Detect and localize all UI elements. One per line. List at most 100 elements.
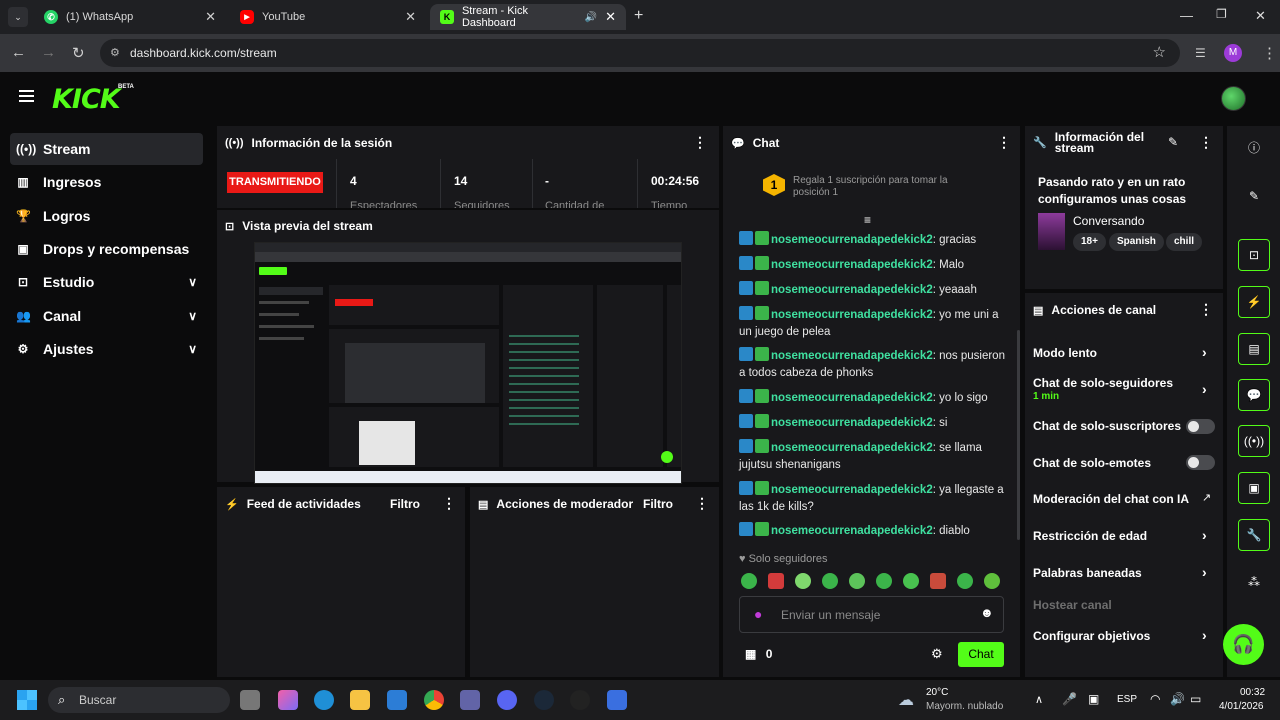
- edit-pencil-icon[interactable]: ✎: [1168, 135, 1178, 149]
- emote-icon[interactable]: [741, 573, 757, 589]
- speaker-icon[interactable]: 🔊: [585, 12, 597, 23]
- weather-temp[interactable]: 20°C: [926, 687, 948, 698]
- ai-chat-moderation-item[interactable]: Moderación del chat con IA: [1033, 492, 1189, 506]
- sidebar-item-logros[interactable]: 🏆 Logros: [10, 200, 203, 232]
- emote-icon[interactable]: [930, 573, 946, 589]
- category-name[interactable]: Conversando: [1073, 214, 1144, 228]
- obs-icon[interactable]: [570, 690, 590, 710]
- points-display[interactable]: ▦ 0: [745, 647, 772, 661]
- teams-icon[interactable]: [460, 690, 480, 710]
- chat-icon[interactable]: 💬: [1238, 379, 1270, 411]
- subscribers-only-chat-item[interactable]: Chat de solo-suscriptores: [1033, 419, 1181, 433]
- sidebar-item-estudio[interactable]: ⊡ Estudio ∨: [10, 266, 203, 298]
- reload-icon[interactable]: ↻: [72, 44, 85, 62]
- close-icon[interactable]: ✕: [405, 9, 416, 25]
- app-icon[interactable]: [607, 690, 627, 710]
- emote-icon[interactable]: [957, 573, 973, 589]
- task-view-icon[interactable]: [240, 690, 260, 710]
- more-options-icon[interactable]: ⋮: [1199, 301, 1213, 318]
- mod-actions-icon[interactable]: ▤: [1238, 333, 1270, 365]
- external-link-icon[interactable]: ↗: [1202, 491, 1211, 504]
- sidebar-item-drops[interactable]: ▣ Drops y recompensas: [10, 233, 203, 265]
- stream-preview-video[interactable]: [254, 242, 682, 484]
- chevron-right-icon[interactable]: ›: [1202, 627, 1207, 643]
- chat-username[interactable]: nosemeocurrenadapedekick2: [771, 525, 933, 537]
- copilot-icon[interactable]: [278, 690, 298, 710]
- chevron-right-icon[interactable]: ›: [1202, 564, 1207, 580]
- tab-whatsapp[interactable]: ✆ (1) WhatsApp ✕: [34, 4, 226, 30]
- site-info-icon[interactable]: ⚙: [110, 39, 120, 67]
- age-restriction-item[interactable]: Restricción de edad: [1033, 529, 1147, 543]
- battery-icon[interactable]: ▭: [1190, 692, 1201, 706]
- feed-filter-button[interactable]: Filtro: [390, 497, 420, 511]
- file-explorer-icon[interactable]: [350, 690, 370, 710]
- channel-actions-icon[interactable]: ▣: [1238, 472, 1270, 504]
- info-icon[interactable]: ⓘ: [1238, 131, 1270, 163]
- chat-username[interactable]: nosemeocurrenadapedekick2: [771, 259, 933, 271]
- chat-send-button[interactable]: Chat: [958, 642, 1004, 667]
- hamburger-menu-icon[interactable]: [19, 90, 34, 102]
- chat-username[interactable]: nosemeocurrenadapedekick2: [771, 350, 933, 362]
- emote-icon[interactable]: [903, 573, 919, 589]
- chat-username[interactable]: nosemeocurrenadapedekick2: [771, 234, 933, 246]
- emote-icon[interactable]: [822, 573, 838, 589]
- integrations-icon[interactable]: ⁂: [1238, 566, 1270, 598]
- more-options-icon[interactable]: ⋮: [442, 495, 456, 512]
- sidebar-item-ingresos[interactable]: ▥ Ingresos: [10, 166, 203, 198]
- kick-logo[interactable]: KICK: [52, 84, 121, 115]
- close-icon[interactable]: ✕: [605, 9, 616, 25]
- tag-chip[interactable]: 18+: [1073, 233, 1106, 251]
- chat-input[interactable]: ● Enviar un mensaje ☻: [739, 596, 1004, 633]
- emotes-only-toggle[interactable]: [1186, 455, 1215, 470]
- pinned-filter-icon[interactable]: ≡: [864, 213, 871, 227]
- tray-app-icon[interactable]: ▣: [1088, 692, 1099, 706]
- wifi-icon[interactable]: ◠: [1150, 692, 1160, 706]
- more-options-icon[interactable]: ⋮: [997, 134, 1011, 151]
- emoji-icon[interactable]: ☻: [980, 605, 994, 620]
- emote-icon[interactable]: [768, 573, 784, 589]
- chat-username[interactable]: nosemeocurrenadapedekick2: [771, 484, 933, 496]
- windows-start-icon[interactable]: [17, 690, 37, 710]
- emote-icon[interactable]: [849, 573, 865, 589]
- banned-words-item[interactable]: Palabras baneadas: [1033, 566, 1142, 580]
- outlook-icon[interactable]: [387, 690, 407, 710]
- followers-only-chat-item[interactable]: Chat de solo-seguidores: [1033, 376, 1173, 390]
- emote-icon[interactable]: [795, 573, 811, 589]
- back-icon[interactable]: ←: [11, 44, 26, 61]
- taskbar-search[interactable]: ⌕ Buscar: [48, 687, 230, 713]
- more-options-icon[interactable]: ⋮: [695, 495, 709, 512]
- close-icon[interactable]: ✕: [205, 9, 216, 25]
- chat-scrollbar[interactable]: [1017, 330, 1020, 540]
- chevron-right-icon[interactable]: ›: [1202, 381, 1207, 397]
- tab-youtube[interactable]: ▶ YouTube ✕: [230, 4, 426, 30]
- microphone-icon[interactable]: ●: [754, 606, 762, 622]
- tag-chip[interactable]: chill: [1166, 233, 1203, 251]
- gift-sub-text[interactable]: Regala 1 suscripción para tomar la posic…: [793, 175, 973, 199]
- more-options-icon[interactable]: ⋮: [693, 134, 707, 151]
- emotes-only-chat-item[interactable]: Chat de solo-emotes: [1033, 456, 1151, 470]
- media-control-icon[interactable]: ☰: [1195, 46, 1206, 60]
- chevron-right-icon[interactable]: ›: [1202, 527, 1207, 543]
- subscribers-only-toggle[interactable]: [1186, 419, 1215, 434]
- edit-icon[interactable]: ✎: [1238, 180, 1270, 212]
- configure-goals-item[interactable]: Configurar objetivos: [1033, 629, 1150, 643]
- edge-icon[interactable]: [314, 690, 334, 710]
- chat-username[interactable]: nosemeocurrenadapedekick2: [771, 392, 933, 404]
- broadcast-icon[interactable]: ((•)): [1238, 425, 1270, 457]
- user-avatar[interactable]: [1221, 86, 1246, 111]
- activity-feed-icon[interactable]: ⚡: [1238, 286, 1270, 318]
- bookmark-star-icon[interactable]: ☆: [1153, 39, 1166, 67]
- more-options-icon[interactable]: ⋮: [1199, 134, 1213, 151]
- chrome-icon[interactable]: [424, 690, 444, 710]
- preview-toggle-icon[interactable]: ⊡: [1238, 239, 1270, 271]
- slow-mode-item[interactable]: Modo lento: [1033, 346, 1097, 360]
- clock-time[interactable]: 00:32: [1240, 687, 1265, 698]
- chat-username[interactable]: nosemeocurrenadapedekick2: [771, 417, 933, 429]
- chat-settings-icon[interactable]: ⚙: [931, 646, 943, 662]
- sidebar-item-canal[interactable]: 👥 Canal ∨: [10, 300, 203, 332]
- emote-icon[interactable]: [984, 573, 1000, 589]
- chat-username[interactable]: nosemeocurrenadapedekick2: [771, 442, 933, 454]
- steam-icon[interactable]: [534, 690, 554, 710]
- wrench-icon[interactable]: 🔧: [1238, 519, 1270, 551]
- tab-search-icon[interactable]: ⌄: [8, 7, 28, 27]
